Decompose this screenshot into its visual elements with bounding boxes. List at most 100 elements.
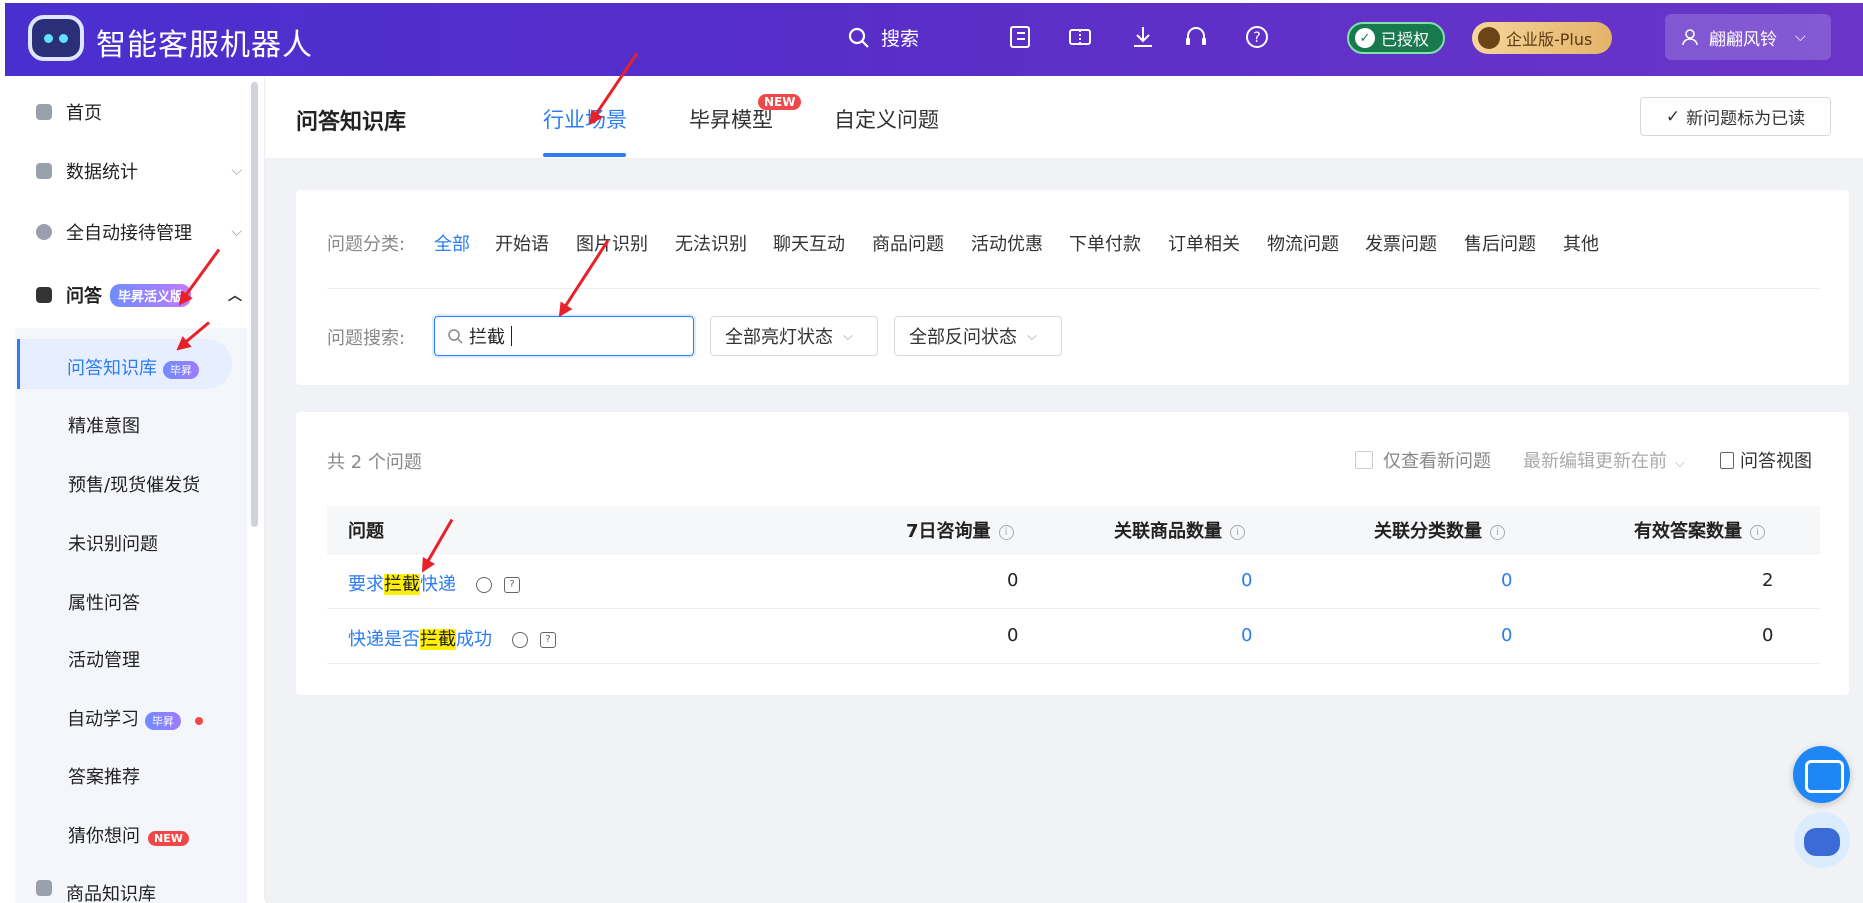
search-icon xyxy=(448,329,463,344)
user-menu[interactable]: 翩翩风铃 ⌵ xyxy=(1665,14,1831,60)
light-status-select[interactable]: 全部亮灯状态 ⌵ xyxy=(710,316,878,356)
check-icon: ✓ xyxy=(1355,28,1375,48)
total-count: 共 2 个问题 xyxy=(327,452,422,473)
cell-7day: 0 xyxy=(1007,570,1019,591)
column-cats: 关联分类数量 i xyxy=(1374,517,1505,543)
info-icon[interactable]: i xyxy=(998,524,1014,540)
sidebar-item-product-kb[interactable]: 商品知识库 xyxy=(0,880,248,903)
qa-view-button[interactable]: 问答视图 xyxy=(1720,447,1812,473)
question-link[interactable]: 要求拦截快递? xyxy=(348,570,520,596)
question-search-input[interactable]: 拦截 xyxy=(434,316,694,356)
category-image[interactable]: 图片识别 xyxy=(576,230,648,256)
sidebar-sub-activity[interactable]: 活动管理 xyxy=(68,646,140,672)
category-product[interactable]: 商品问题 xyxy=(872,230,944,256)
cell-goods[interactable]: 0 xyxy=(1241,625,1252,646)
new-badge: NEW xyxy=(148,831,189,846)
user-icon xyxy=(1682,29,1698,46)
category-logistics[interactable]: 物流问题 xyxy=(1267,230,1339,256)
new-badge: NEW xyxy=(758,94,802,110)
robot-float-button[interactable] xyxy=(1794,812,1850,868)
notification-dot xyxy=(195,717,203,725)
row-divider xyxy=(327,553,1820,554)
chevron-down-icon: ⌵ xyxy=(1795,29,1806,45)
feedback-status-select[interactable]: 全部反问状态 ⌵ xyxy=(894,316,1062,356)
ticket-icon[interactable] xyxy=(1067,24,1093,50)
sidebar-sub-auto-learn[interactable]: 自动学习 毕昇 xyxy=(67,705,203,731)
category-promotion[interactable]: 活动优惠 xyxy=(971,230,1043,256)
page-title: 问答知识库 xyxy=(296,110,407,135)
bisheng-badge: 毕昇 xyxy=(163,361,199,379)
search-value: 拦截 xyxy=(469,327,505,348)
question-link[interactable]: 快递是否拦截成功? xyxy=(348,625,556,651)
cell-answers: 2 xyxy=(1762,570,1774,591)
plan-badge: 企业版-Plus xyxy=(1472,22,1612,54)
top-search[interactable]: 搜索 xyxy=(847,24,919,51)
sidebar-sub-unrecognized[interactable]: 未识别问题 xyxy=(68,530,158,556)
sort-select[interactable]: 最新编辑更新在前 ⌵ xyxy=(1523,447,1685,473)
cell-cats[interactable]: 0 xyxy=(1501,625,1512,646)
robot-logo-icon xyxy=(28,15,84,61)
bisheng-badge: 毕昇 xyxy=(145,712,181,730)
sidebar-sub-presale[interactable]: 预售/现货催发货 xyxy=(68,471,200,497)
category-unrecognized[interactable]: 无法识别 xyxy=(675,230,747,256)
category-aftersale[interactable]: 售后问题 xyxy=(1464,230,1536,256)
authorized-badge: ✓ 已授权 xyxy=(1347,22,1445,54)
chevron-down-icon: ⌵ xyxy=(1675,456,1685,471)
sidebar-sub-answer-recommend[interactable]: 答案推荐 xyxy=(68,763,140,789)
category-opening[interactable]: 开始语 xyxy=(495,230,549,256)
chart-icon xyxy=(36,163,52,179)
document-icon xyxy=(1720,451,1734,469)
row-divider xyxy=(327,608,1820,609)
chevron-down-icon: ⌵ xyxy=(843,328,853,344)
chevron-down-icon: ⌵ xyxy=(1027,328,1037,344)
sidebar-sub-attribute-qa[interactable]: 属性问答 xyxy=(68,589,140,615)
sidebar-sub-intent[interactable]: 精准意图 xyxy=(68,412,140,438)
help-icon[interactable]: ? xyxy=(1244,24,1270,50)
user-name: 翩翩风铃 xyxy=(1709,29,1777,50)
enterprise-icon xyxy=(1478,27,1500,49)
monitor-float-button[interactable] xyxy=(1793,746,1850,803)
text-caret xyxy=(511,326,512,346)
sidebar-item-qa[interactable]: 问答 毕昇活义版 ︿ xyxy=(0,271,248,319)
app-title: 智能客服机器人 xyxy=(96,28,313,63)
question-icon[interactable]: ? xyxy=(504,577,520,593)
book-icon xyxy=(36,880,52,896)
checkbox[interactable] xyxy=(1355,451,1373,469)
info-icon[interactable]: i xyxy=(1750,524,1765,540)
info-icon[interactable]: i xyxy=(1490,524,1505,540)
cell-cats[interactable]: 0 xyxy=(1501,570,1512,591)
category-payment[interactable]: 下单付款 xyxy=(1069,230,1141,256)
category-all[interactable]: 全部 xyxy=(434,230,470,256)
list-check-icon[interactable] xyxy=(1007,24,1033,50)
sidebar-item-auto-reception[interactable]: 全自动接待管理 ⌵ xyxy=(0,208,248,256)
chevron-up-icon: ︿ xyxy=(228,288,242,304)
sidebar-item-stats[interactable]: 数据统计 ⌵ xyxy=(0,147,248,195)
sidebar-sub-qa-kb[interactable]: 问答知识库 毕昇 xyxy=(67,354,199,380)
sidebar-sub-guess[interactable]: 猜你想问 NEW xyxy=(68,822,189,848)
bulb-icon[interactable] xyxy=(512,632,528,648)
category-chat[interactable]: 聊天互动 xyxy=(773,230,845,256)
highlight: 拦截 xyxy=(384,574,420,595)
tab-custom[interactable]: 自定义问题 xyxy=(834,104,939,134)
tab-underline xyxy=(543,153,626,157)
sidebar-scrollbar[interactable] xyxy=(251,82,258,527)
category-other[interactable]: 其他 xyxy=(1563,230,1599,256)
palette-icon xyxy=(36,224,52,240)
category-invoice[interactable]: 发票问题 xyxy=(1365,230,1437,256)
chevron-down-icon: ⌵ xyxy=(231,163,242,179)
bulb-icon[interactable] xyxy=(476,577,492,593)
column-answers: 有效答案数量 i xyxy=(1634,517,1765,543)
mark-read-button[interactable]: ✓ 新问题标为已读 xyxy=(1640,97,1831,136)
sidebar-item-home[interactable]: 首页 xyxy=(0,88,248,136)
home-icon xyxy=(36,104,52,120)
column-7day: 7日咨询量 i xyxy=(906,517,1014,543)
divider xyxy=(327,288,1820,289)
headset-icon[interactable] xyxy=(1183,24,1209,50)
only-new-toggle[interactable]: 仅查看新问题 xyxy=(1355,447,1491,473)
question-icon[interactable]: ? xyxy=(540,632,556,648)
info-icon[interactable]: i xyxy=(1230,524,1245,540)
category-order[interactable]: 订单相关 xyxy=(1168,230,1240,256)
cell-goods[interactable]: 0 xyxy=(1241,570,1252,591)
download-icon[interactable] xyxy=(1130,24,1156,50)
search-icon xyxy=(848,27,869,48)
